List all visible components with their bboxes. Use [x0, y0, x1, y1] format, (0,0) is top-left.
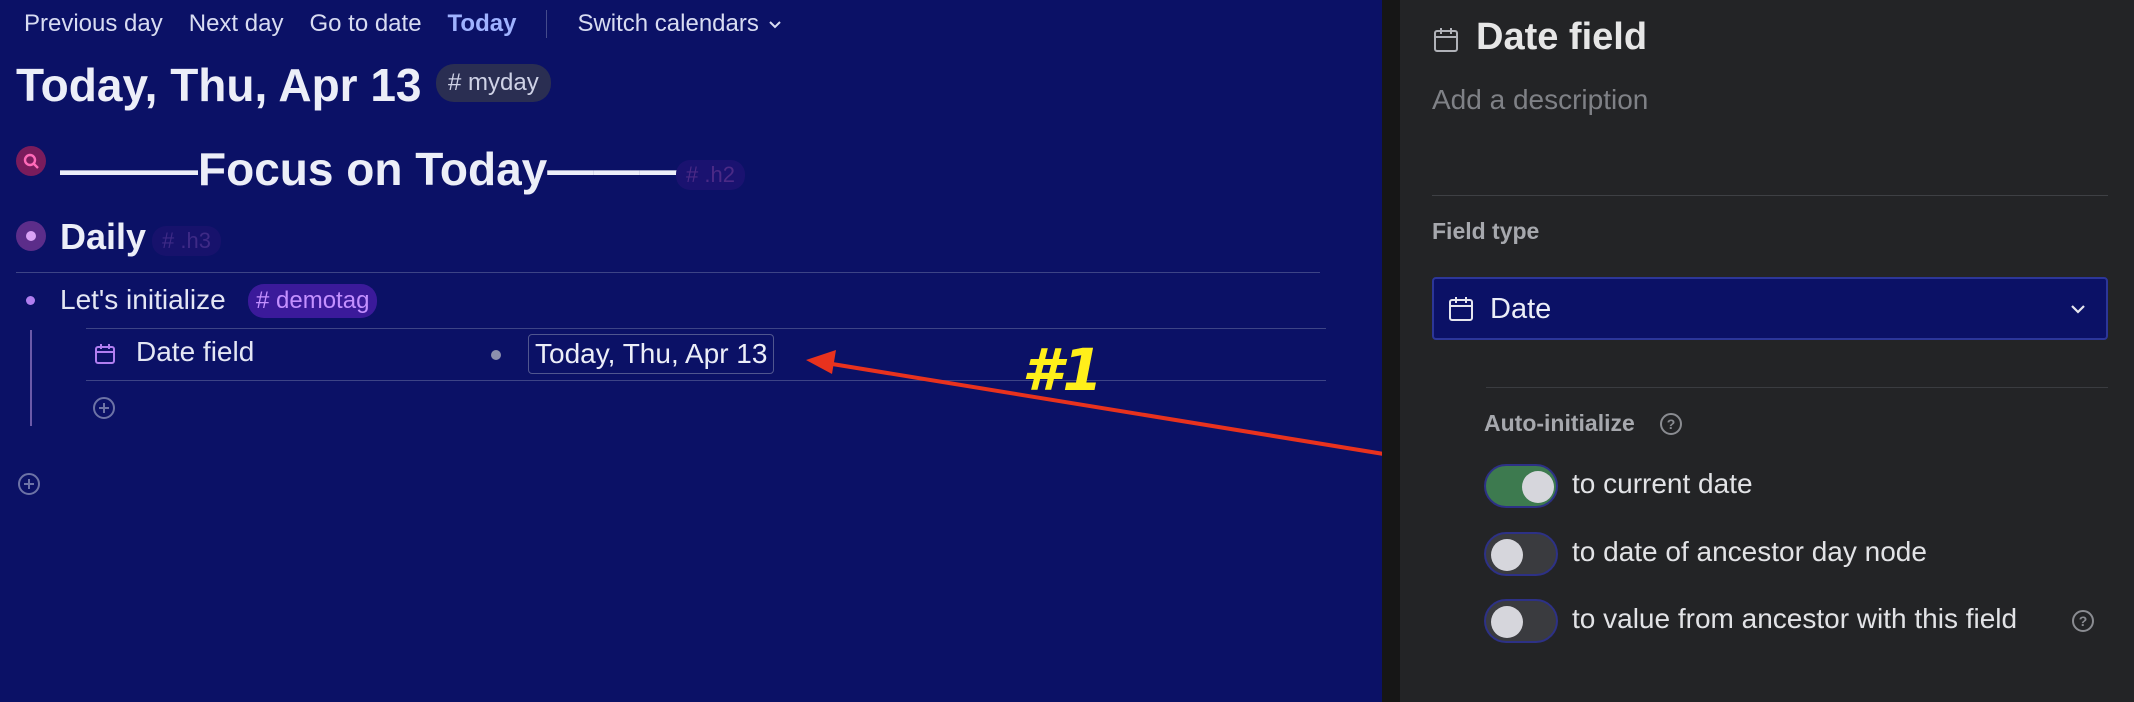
- divider: [1486, 387, 2108, 388]
- field-config-panel: Date field Add a description Field type …: [1400, 0, 2134, 702]
- description-field[interactable]: Add a description: [1432, 84, 1648, 116]
- field-type-label: Field type: [1432, 218, 1540, 244]
- divider: [1432, 195, 2108, 196]
- annotation-label: #1: [1022, 336, 1103, 404]
- field-type-value: Date: [1490, 293, 1552, 325]
- help-icon[interactable]: ?: [1660, 413, 1682, 435]
- toggle-knob: [1491, 539, 1523, 571]
- toggle-knob: [1522, 471, 1554, 503]
- panel-title[interactable]: Date field: [1476, 16, 1647, 59]
- field-type-select[interactable]: Date: [1432, 277, 2108, 340]
- auto-initialize-label: Auto-initialize: [1484, 410, 1635, 436]
- help-icon[interactable]: ?: [2072, 610, 2094, 632]
- option-label: to value from ancestor with this field: [1572, 603, 2018, 634]
- toggle-current-date[interactable]: [1484, 464, 1558, 508]
- calendar-icon: [1448, 296, 1474, 327]
- toggle-ancestor-field-value[interactable]: [1484, 599, 1558, 643]
- option-label: to current date: [1572, 468, 1753, 499]
- pane-divider[interactable]: [1382, 0, 1400, 702]
- option-label: to date of ancestor day node: [1572, 536, 1927, 567]
- toggle-ancestor-day-node[interactable]: [1484, 532, 1558, 576]
- calendar-icon: [1432, 26, 1460, 59]
- toggle-knob: [1491, 606, 1523, 638]
- chevron-down-icon: [2068, 299, 2088, 324]
